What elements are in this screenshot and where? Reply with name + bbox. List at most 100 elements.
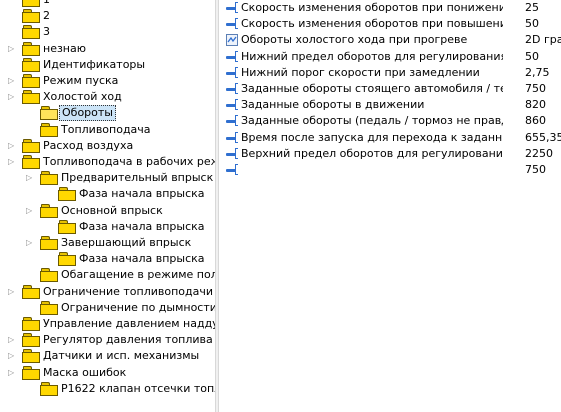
tree-item[interactable]: Фаза начала впрыска [0,251,215,267]
parameter-name: Обороты холостого хода при прогреве [241,33,468,47]
tree-item-label: Фаза начала впрыска [79,187,205,201]
tree-item[interactable]: ▷ Режим пуска [0,73,215,89]
parameter-list[interactable]: Скорость изменения оборотов при понижени… [219,0,561,412]
tree-item-label: Топливоподача в рабочих режимах [43,155,215,168]
tree-item[interactable]: 1 [0,0,215,8]
folder-icon [40,381,58,396]
folder-icon [22,317,40,331]
parameter-row[interactable]: Обороты холостого хода при прогреве 2D гр… [219,32,561,48]
tree-item[interactable]: Ограничение по дымности выхлопа [0,300,215,316]
parameter-row[interactable]: 750 [219,162,561,178]
tree-item-label: Расход воздуха [43,138,134,152]
folder-icon [58,219,76,234]
param-value-icon [226,66,238,79]
tree-item[interactable]: ▷ Холостой ход [0,89,215,105]
expand-arrow-icon[interactable]: ▷ [26,173,33,183]
tree-item-label: Обороты [59,105,116,122]
folder-icon [40,171,58,186]
parameter-row[interactable]: Время после запуска для перехода к задан… [219,130,561,146]
parameter-name: Скорость изменения оборотов при повышени… [241,17,503,31]
parameter-value: 2250 [525,146,553,160]
tree-item-label: Маска ошибок [43,365,127,379]
tree-item[interactable]: ▷ Ограничение топливоподачи [0,284,215,300]
parameter-name: Заданные обороты стоящего автомобиля / т… [241,82,503,95]
parameter-row[interactable]: Верхний предел оборотов для регулировани… [219,146,561,162]
parameter-row[interactable]: Скорость изменения оборотов при понижени… [219,0,561,16]
expand-arrow-icon[interactable]: ▷ [8,76,15,86]
tree-item-label: Топливоподача [61,122,151,136]
tree-item[interactable]: ▷ Маска ошибок [0,365,215,381]
tree-item[interactable]: ▷ Завершающий впрыск [0,235,215,251]
expand-arrow-icon[interactable]: ▷ [26,238,33,248]
parameter-value: 25 [525,1,539,14]
expand-arrow-icon[interactable]: ▷ [8,44,15,54]
parameter-row[interactable]: Заданные обороты стоящего автомобиля / т… [219,81,561,97]
param-value-icon [226,115,238,127]
expand-arrow-icon[interactable]: ▷ [26,206,33,216]
tree-item[interactable]: Топливоподача [0,122,215,138]
parameter-value: 820 [525,98,546,112]
folder-icon [22,0,40,7]
folder-open-icon [40,106,58,121]
tree-item[interactable]: ▷ Предварительный впрыск [0,170,215,186]
tree-item-label: 3 [43,25,50,39]
tree-item[interactable]: 2 [0,8,215,24]
tree-item[interactable]: Обороты [0,105,215,122]
tree-item[interactable]: ▷ Расход воздуха [0,138,215,154]
tree-item-label: Завершающий впрыск [61,236,192,249]
tree-item-label: Режим пуска [43,74,119,87]
parameter-row[interactable]: Нижний порог скорости при замедлении 2,75 [219,65,561,81]
expand-arrow-icon[interactable]: ▷ [8,157,15,167]
parameter-value: 655,35 [525,130,561,144]
parameter-name: Время после запуска для перехода к задан… [241,130,503,144]
tree-item[interactable]: Управление давлением наддува [0,316,215,332]
tree-item[interactable]: Фаза начала впрыска [0,186,215,202]
folder-icon [22,155,40,169]
tree-item-label: Обагащение в режиме полной нагрузки [61,268,215,282]
expand-arrow-icon[interactable]: ▷ [8,92,15,102]
tree-item-label: Холостой ход [43,90,122,104]
parameter-name: Нижний порог скорости при замедлении [241,65,480,79]
expand-arrow-icon[interactable]: ▷ [8,287,15,297]
tree-item[interactable]: Фаза начала впрыска [0,219,215,235]
parameter-row[interactable]: Нижний предел оборотов для регулирования… [219,49,561,65]
tree-item-label: Идентификаторы [43,57,146,71]
tree-item[interactable]: ▷ Основной впрыск [0,203,215,219]
parameter-row[interactable]: Заданные обороты в движении 820 [219,97,561,113]
tree-item[interactable]: P1622 клапан отсечки топлива [0,381,215,397]
folder-icon [22,41,40,56]
expand-arrow-icon[interactable]: ▷ [8,368,15,378]
tree-item-label: Регулятор давления топлива [43,333,213,347]
tree-item[interactable]: 3 [0,24,215,40]
parameter-name: Заданные обороты (педаль / тормоз не пра… [241,114,503,128]
folder-icon [22,90,40,105]
parameter-name: Нижний предел оборотов для регулирования [241,49,503,63]
folder-icon [40,268,58,283]
tree-item[interactable]: ▷ Топливоподача в рабочих режимах [0,154,215,170]
tree-item-label: Фаза начала впрыска [79,252,205,266]
folder-icon [22,57,40,72]
param-value-icon [226,131,238,144]
tree-item-label: Датчики и исп. механизмы [43,349,200,363]
tree-item[interactable]: ▷ Регулятор давления топлива [0,332,215,348]
param-value-icon [226,18,238,30]
tree-item[interactable]: Идентификаторы [0,57,215,73]
parameter-row[interactable]: Скорость изменения оборотов при повышени… [219,16,561,32]
folder-icon [40,203,58,218]
tree-item[interactable]: Обагащение в режиме полной нагрузки [0,267,215,283]
expand-arrow-icon[interactable]: ▷ [8,351,15,361]
parameter-name: Скорость изменения оборотов при понижени… [241,1,503,14]
graph-icon [226,34,238,47]
tree-item[interactable]: ▷ Датчики и исп. механизмы [0,348,215,364]
parameter-row[interactable]: Заданные обороты (педаль / тормоз не пра… [219,113,561,129]
folder-icon [58,252,76,267]
tree-item-label: Управление давлением наддува [43,317,215,330]
tree-item[interactable]: ▷ незнаю [0,41,215,57]
expand-arrow-icon[interactable]: ▷ [8,141,15,151]
category-tree[interactable]: 1 2 3 ▷ незнаю Идентификаторы ▷ Режим пуска ▷ Хол… [0,0,215,412]
param-value-icon [226,164,238,176]
tree-item-label: Основной впрыск [61,203,163,217]
parameter-value: 750 [525,163,546,176]
parameter-value: 2D граф [525,33,561,47]
expand-arrow-icon[interactable]: ▷ [8,335,15,345]
